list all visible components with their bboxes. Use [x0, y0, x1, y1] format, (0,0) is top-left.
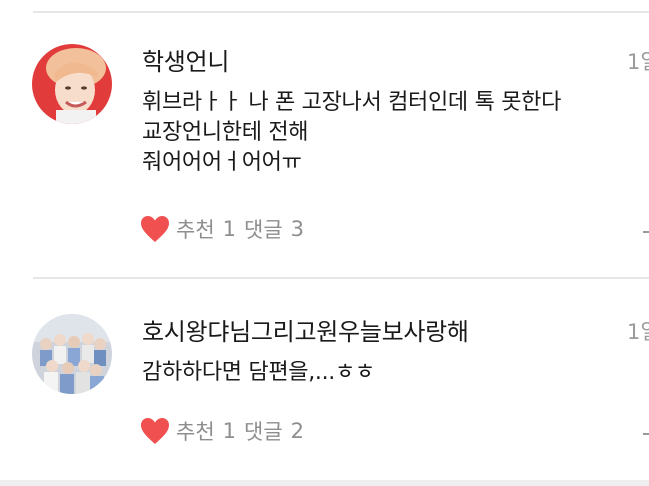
timestamp: 1일 — [627, 320, 649, 344]
like-label[interactable]: 추천 — [176, 214, 215, 244]
like-label[interactable]: 추천 — [176, 416, 215, 446]
comment-line: 줘어어어ㅓ어어ㅠ — [142, 150, 302, 175]
comment-list: 학생언니 1일 휘브라ㅏㅏ 나 폰 고장나서 컴터인데 톡 못한다 교장언니한테… — [0, 0, 649, 486]
username[interactable]: 호시왕댜님그리고원우늘보사랑해 — [142, 312, 469, 347]
reply-label[interactable]: 댓글 — [244, 416, 283, 446]
timestamp: 1일 — [627, 50, 649, 74]
comment-text: 감하하다면 담편을,...ㅎㅎ — [142, 358, 649, 388]
comment-line: 교장언니한테 전해 — [142, 120, 309, 145]
divider — [33, 277, 649, 279]
heart-icon[interactable] — [140, 215, 170, 243]
comment-line: 휘브라ㅏㅏ 나 폰 고장나서 컴터인데 톡 못한다 — [142, 90, 562, 115]
avatar-image — [32, 314, 112, 394]
username[interactable]: 학생언니 — [142, 42, 229, 77]
divider — [33, 11, 649, 13]
more-options-icon[interactable] — [643, 433, 649, 435]
comment-text: 휘브라ㅏㅏ 나 폰 고장나서 컴터인데 톡 못한다 교장언니한테 전해 줘어어어… — [142, 88, 649, 178]
comment-actions: 추천 1 댓글 3 — [140, 214, 304, 244]
comment-line: 감하하다면 담편을,...ㅎㅎ — [142, 360, 375, 385]
avatar-image — [32, 44, 112, 124]
divider — [0, 480, 649, 486]
more-options-icon[interactable] — [643, 231, 649, 233]
like-count: 1 — [222, 419, 237, 443]
avatar[interactable] — [32, 44, 112, 124]
reply-count: 3 — [290, 217, 305, 241]
reply-label[interactable]: 댓글 — [244, 214, 283, 244]
avatar[interactable] — [32, 314, 112, 394]
comment-actions: 추천 1 댓글 2 — [140, 416, 304, 446]
reply-count: 2 — [290, 419, 305, 443]
like-count: 1 — [222, 217, 237, 241]
heart-icon[interactable] — [140, 417, 170, 445]
